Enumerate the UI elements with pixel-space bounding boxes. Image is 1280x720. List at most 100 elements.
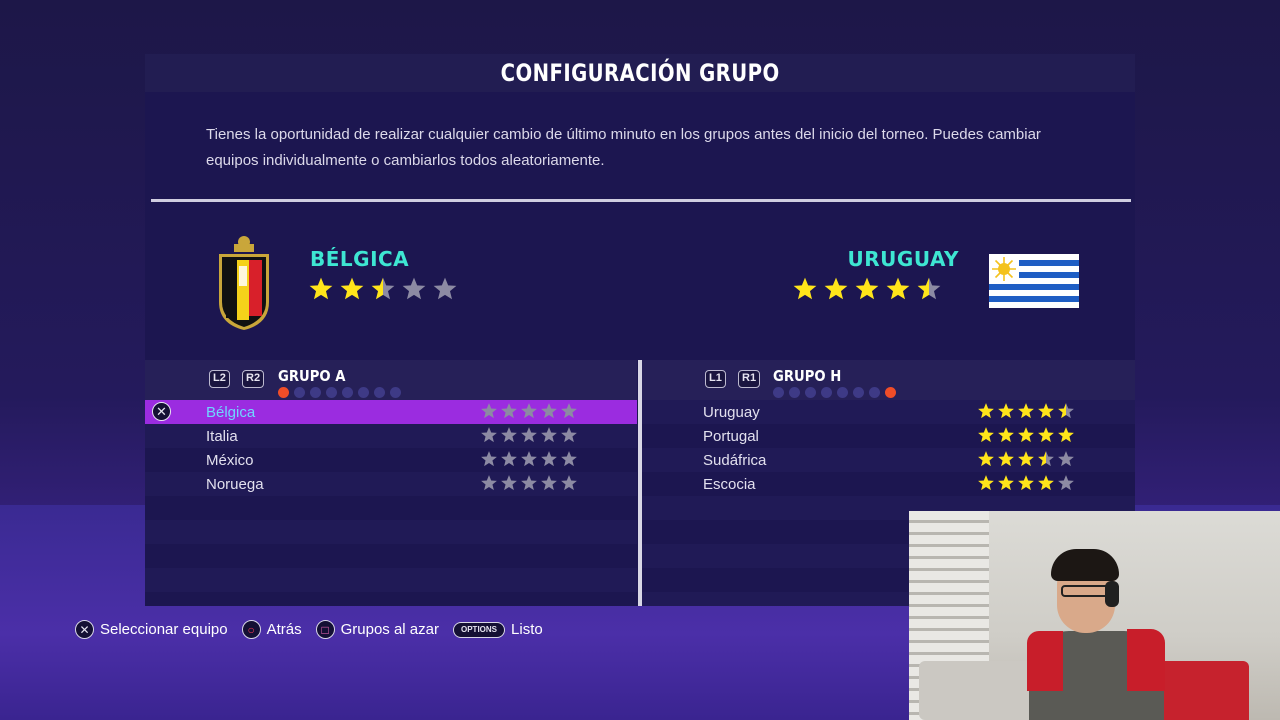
done-label: Listo xyxy=(511,621,543,638)
star-icon xyxy=(1058,475,1074,491)
star-icon xyxy=(501,403,517,419)
group-h-page-dots xyxy=(773,387,896,398)
star-icon xyxy=(978,475,994,491)
l1-button[interactable]: L1 xyxy=(705,370,726,388)
star-icon xyxy=(998,403,1014,419)
team-rating xyxy=(977,474,1075,492)
select-team-label: Seleccionar equipo xyxy=(100,621,228,638)
star-icon xyxy=(1018,475,1034,491)
left-team-name: BÉLGICA xyxy=(310,247,410,271)
star-icon xyxy=(501,475,517,491)
table-row-uruguay[interactable]: Uruguay xyxy=(642,400,1135,424)
star-icon xyxy=(521,475,537,491)
page-dot xyxy=(358,387,369,398)
group-a-header: L2 R2 GRUPO A xyxy=(145,360,637,400)
team-name: Escocia xyxy=(703,476,756,493)
star-icon xyxy=(561,403,577,419)
right-team-rating xyxy=(792,276,942,302)
star-icon xyxy=(309,277,333,300)
star-icon xyxy=(1058,427,1074,443)
star-icon xyxy=(1058,451,1074,467)
team-name: Noruega xyxy=(206,476,264,493)
select-team-hint[interactable]: ✕ Seleccionar equipo xyxy=(75,620,228,639)
done-hint[interactable]: OPTIONS Listo xyxy=(453,621,543,638)
table-row-escocia[interactable]: Escocia xyxy=(642,472,1135,496)
left-team-rating xyxy=(308,276,458,302)
circle-button-icon: ○ xyxy=(241,620,261,639)
star-icon xyxy=(501,451,517,467)
cross-button-icon: ✕ xyxy=(75,620,94,639)
uruguay-flag-icon xyxy=(989,254,1079,308)
star-icon xyxy=(481,427,497,443)
star-icon xyxy=(978,427,994,443)
star-icon xyxy=(1038,403,1054,419)
table-row-noruega[interactable]: Noruega xyxy=(145,472,637,496)
star-icon xyxy=(917,277,941,300)
star-icon xyxy=(793,277,817,300)
star-icon xyxy=(521,427,537,443)
group-a-page-dots xyxy=(278,387,401,398)
page-dot xyxy=(853,387,864,398)
l2-button[interactable]: L2 xyxy=(209,370,230,388)
star-icon xyxy=(855,277,879,300)
r2-button[interactable]: R2 xyxy=(242,370,265,388)
group-h-title: GRUPO H xyxy=(773,367,842,385)
star-icon xyxy=(561,475,577,491)
team-name: Uruguay xyxy=(703,404,760,421)
star-icon xyxy=(541,475,557,491)
group-a-title: GRUPO A xyxy=(278,367,346,385)
team-rating xyxy=(480,450,578,468)
jersey-sleeve-right xyxy=(1127,629,1165,691)
star-icon xyxy=(998,427,1014,443)
star-icon xyxy=(561,451,577,467)
team-name: Sudáfrica xyxy=(703,452,767,469)
button-hints: ✕ Seleccionar equipo ○ Atrás □ Grupos al… xyxy=(75,620,543,639)
group-a-table: L2 R2 GRUPO A ✕ Bélgica Italia México No… xyxy=(145,360,637,606)
page-dot xyxy=(789,387,800,398)
belgium-crest-icon xyxy=(219,236,269,330)
page-dot xyxy=(294,387,305,398)
star-icon xyxy=(824,277,848,300)
star-icon xyxy=(402,277,426,300)
person-hair xyxy=(1051,549,1119,581)
back-hint[interactable]: ○ Atrás xyxy=(241,620,302,639)
page-dot-active xyxy=(885,387,896,398)
star-icon xyxy=(541,403,557,419)
random-groups-hint[interactable]: □ Grupos al azar xyxy=(315,620,439,639)
divider xyxy=(151,199,1131,202)
table-row-mexico[interactable]: México xyxy=(145,448,637,472)
page-dot xyxy=(773,387,784,398)
team-name: México xyxy=(206,452,254,469)
page-dot xyxy=(821,387,832,398)
table-row-belgica[interactable]: ✕ Bélgica xyxy=(145,400,637,424)
options-button-icon: OPTIONS xyxy=(453,621,506,638)
glasses xyxy=(1061,585,1111,597)
panel-header: CONFIGURACIÓN GRUPO xyxy=(145,54,1135,92)
page-dot xyxy=(374,387,385,398)
page-title: CONFIGURACIÓN GRUPO xyxy=(500,59,780,87)
headset-icon xyxy=(1105,581,1119,607)
page-dot xyxy=(390,387,401,398)
table-row-portugal[interactable]: Portugal xyxy=(642,424,1135,448)
page-dot xyxy=(342,387,353,398)
team-rating xyxy=(977,426,1075,444)
cross-button-icon: ✕ xyxy=(152,402,171,421)
star-icon xyxy=(561,427,577,443)
random-groups-label: Grupos al azar xyxy=(340,621,439,638)
team-rating xyxy=(977,402,1075,420)
description-text: Tienes la oportunidad de realizar cualqu… xyxy=(206,126,1041,169)
right-team-name: URUGUAY xyxy=(847,247,959,271)
team-name: Portugal xyxy=(703,428,759,445)
page-dot xyxy=(805,387,816,398)
star-icon xyxy=(521,403,537,419)
r1-button[interactable]: R1 xyxy=(738,370,761,388)
webcam-overlay xyxy=(909,511,1280,720)
star-icon xyxy=(978,451,994,467)
table-row-sudafrica[interactable]: Sudáfrica xyxy=(642,448,1135,472)
team-name: Italia xyxy=(206,428,238,445)
table-row-italia[interactable]: Italia xyxy=(145,424,637,448)
star-icon xyxy=(501,427,517,443)
star-icon xyxy=(541,427,557,443)
empty-row xyxy=(145,544,637,568)
empty-row xyxy=(145,496,637,520)
